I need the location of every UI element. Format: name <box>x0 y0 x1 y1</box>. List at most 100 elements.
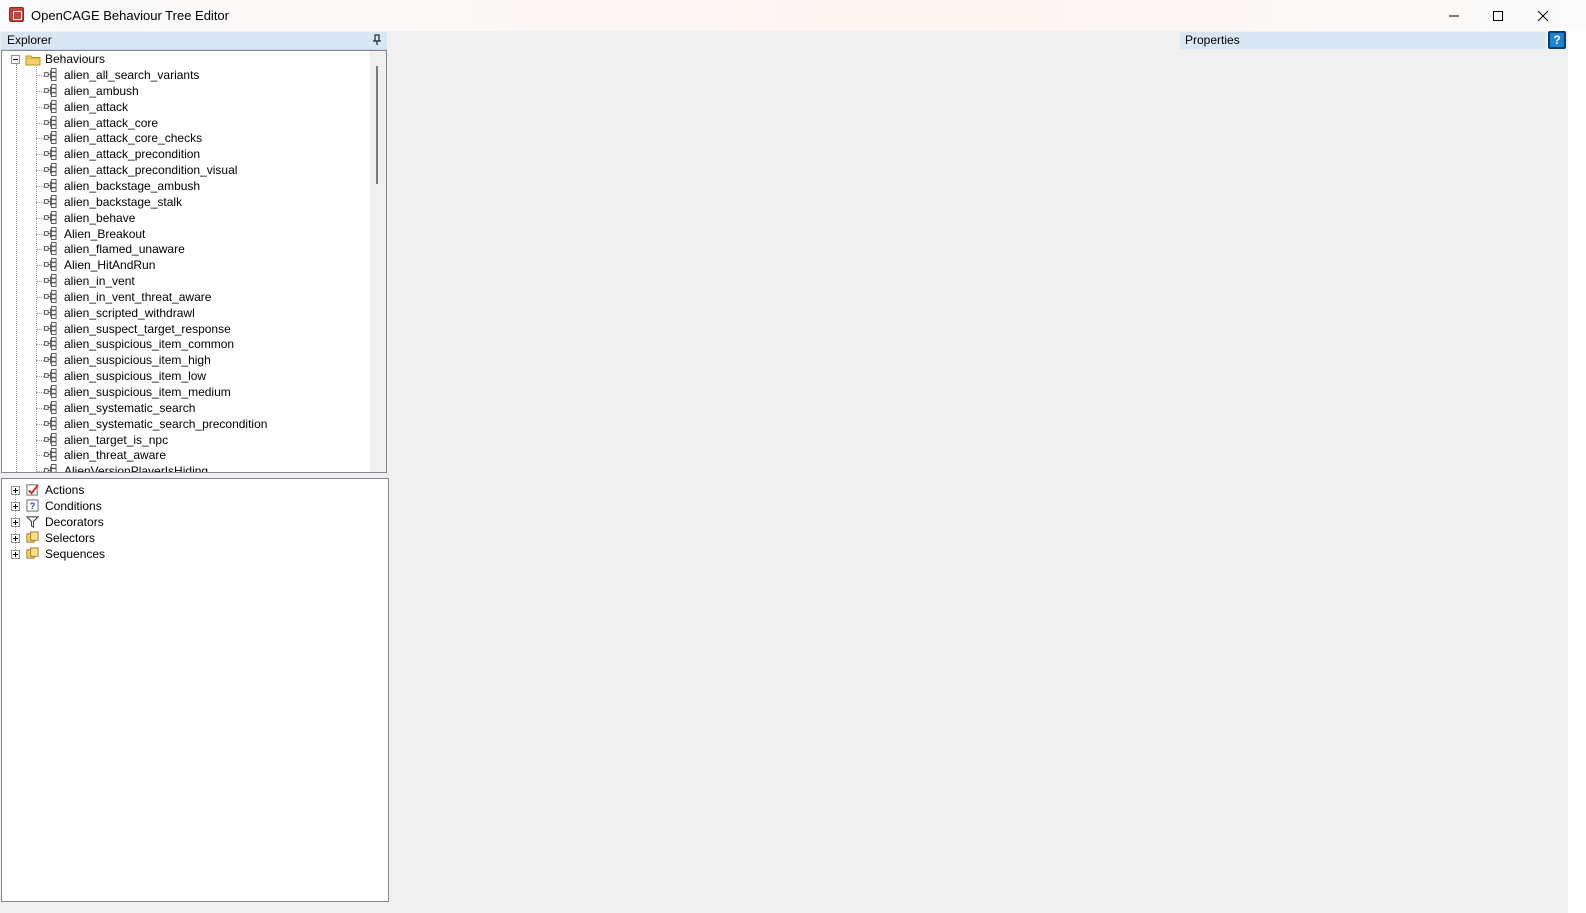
behaviour-item[interactable]: Alien_HitAndRun <box>2 257 372 273</box>
behaviour-item[interactable]: alien_scripted_withdrawl <box>2 305 372 321</box>
category-item-sequences[interactable]: Sequences <box>2 546 382 562</box>
behaviour-item[interactable]: alien_attack_core_checks <box>2 130 372 146</box>
behaviour-label: alien_behave <box>64 210 136 225</box>
tree-branch-line <box>36 249 44 251</box>
maximize-button[interactable] <box>1476 0 1520 31</box>
behaviour-item[interactable]: alien_behave <box>2 210 372 226</box>
expand-expander[interactable] <box>11 486 20 495</box>
close-button[interactable] <box>1521 0 1565 31</box>
behaviours-tree[interactable]: Behaviours alien_all_search_variants alie… <box>1 50 387 473</box>
behaviour-tree-icon <box>44 464 57 472</box>
behaviour-item[interactable]: alien_backstage_ambush <box>2 178 372 194</box>
behaviour-item[interactable]: alien_suspicious_item_common <box>2 336 372 352</box>
behaviour-tree-icon <box>44 99 57 113</box>
behaviour-tree-icon <box>44 83 57 97</box>
behaviour-label: alien_suspicious_item_common <box>64 337 235 352</box>
behaviour-item[interactable]: AlienVersionPlayerIsHiding <box>2 463 372 473</box>
behaviour-label: alien_attack_precondition <box>64 147 201 162</box>
behaviour-label: alien_attack_core_checks <box>64 131 203 146</box>
tree-branch-line <box>36 376 44 378</box>
folder-icon <box>25 55 41 66</box>
expand-expander[interactable] <box>11 517 20 527</box>
tree-branch-line <box>36 296 44 298</box>
properties-title: Properties <box>1185 33 1240 47</box>
behaviour-item[interactable]: alien_in_vent <box>2 273 372 289</box>
behaviour-tree-icon <box>44 258 57 272</box>
expand-expander[interactable] <box>11 501 20 511</box>
behaviour-item[interactable]: Alien_Breakout <box>2 226 372 242</box>
category-item-decorators[interactable]: Decorators <box>2 514 382 530</box>
behaviour-label: alien_backstage_stalk <box>64 194 183 209</box>
behaviour-tree-icon <box>44 226 57 240</box>
behaviour-item[interactable]: alien_systematic_search <box>2 400 372 416</box>
category-label: Decorators <box>45 514 104 529</box>
category-item-selectors[interactable]: Selectors <box>2 530 382 546</box>
vertical-scrollbar[interactable] <box>370 51 386 472</box>
behaviour-item[interactable]: alien_all_search_variants <box>2 67 372 83</box>
tree-branch-line <box>36 360 44 362</box>
behaviour-item[interactable]: alien_suspicious_item_high <box>2 352 372 368</box>
behaviour-label: alien_suspicious_item_medium <box>64 385 231 399</box>
tree-branch-line <box>36 312 44 314</box>
tree-branch-line <box>36 201 44 203</box>
behaviour-item[interactable]: alien_attack_precondition <box>2 146 372 162</box>
behaviour-item[interactable]: alien_backstage_stalk <box>2 194 372 210</box>
category-item-conditions[interactable]: ? Conditions <box>2 498 382 514</box>
collapse-expander[interactable] <box>11 55 20 64</box>
behaviour-item[interactable]: alien_attack_core <box>2 115 372 131</box>
behaviour-tree-icon <box>44 448 57 462</box>
behaviour-item[interactable]: alien_attack_precondition_visual <box>2 162 372 178</box>
tree-branch-line <box>36 328 44 330</box>
behaviour-item[interactable]: alien_threat_aware <box>2 447 372 463</box>
properties-header: Properties <box>1180 32 1546 49</box>
expand-expander[interactable] <box>11 533 20 543</box>
category-item-actions[interactable]: Actions <box>2 482 382 498</box>
tree-branch-line <box>36 185 44 187</box>
title-bar: OpenCAGE Behaviour Tree Editor <box>0 0 1586 31</box>
tree-branch-line <box>36 154 44 156</box>
behaviour-label: alien_attack_core <box>64 115 159 130</box>
behaviour-item[interactable]: alien_flamed_unaware <box>2 241 372 257</box>
behaviour-tree-icon <box>44 416 57 430</box>
app-icon <box>9 7 24 22</box>
behaviour-item[interactable]: alien_suspicious_item_low <box>2 368 372 384</box>
behaviour-item[interactable]: alien_attack <box>2 99 372 115</box>
behaviour-tree-icon <box>44 178 57 192</box>
decorators-icon <box>26 516 39 528</box>
tree-branch-line <box>36 138 44 140</box>
behaviour-item[interactable]: alien_systematic_search_precondition <box>2 416 372 432</box>
behaviour-label: AlienVersionPlayerIsHiding <box>64 464 209 473</box>
help-icon[interactable]: ? <box>1548 31 1566 49</box>
behaviour-item[interactable]: alien_suspicious_item_medium <box>2 384 372 400</box>
tree-branch-line <box>36 106 44 108</box>
expand-expander[interactable] <box>11 549 20 559</box>
pin-icon[interactable] <box>372 34 382 46</box>
maximize-icon <box>1493 10 1503 21</box>
category-label: Selectors <box>45 530 96 545</box>
minimize-button[interactable] <box>1432 0 1476 31</box>
behaviour-item[interactable]: alien_ambush <box>2 83 372 99</box>
behaviour-tree-icon <box>44 163 57 177</box>
conditions-icon: ? <box>26 499 39 512</box>
behaviour-tree-icon <box>44 68 57 81</box>
category-label: Sequences <box>45 546 106 561</box>
tree-branch-line <box>36 281 44 283</box>
behaviour-label: alien_attack <box>64 99 129 114</box>
behaviour-item[interactable]: alien_suspect_target_response <box>2 321 372 337</box>
tree-branch-line <box>36 265 44 267</box>
scroll-thumb[interactable] <box>376 66 378 184</box>
behaviour-item[interactable]: alien_in_vent_threat_aware <box>2 289 372 305</box>
behaviours-root-label[interactable]: Behaviours <box>45 51 105 67</box>
window-title: OpenCAGE Behaviour Tree Editor <box>31 8 229 23</box>
tree-branch-line <box>36 392 44 393</box>
behaviour-tree-icon <box>44 321 57 335</box>
behaviour-label: alien_all_search_variants <box>64 68 200 82</box>
tree-branch-line <box>36 122 44 124</box>
tree-branch-line <box>36 471 44 472</box>
tree-branch-line <box>36 344 44 346</box>
tree-branch-line <box>36 170 44 172</box>
behaviour-item[interactable]: alien_target_is_npc <box>2 432 372 448</box>
toolbox-tree[interactable]: Actions? Conditions Decorators Selectors Seq… <box>1 478 389 902</box>
behaviour-tree-icon <box>44 337 57 351</box>
behaviour-tree-icon <box>44 115 57 129</box>
